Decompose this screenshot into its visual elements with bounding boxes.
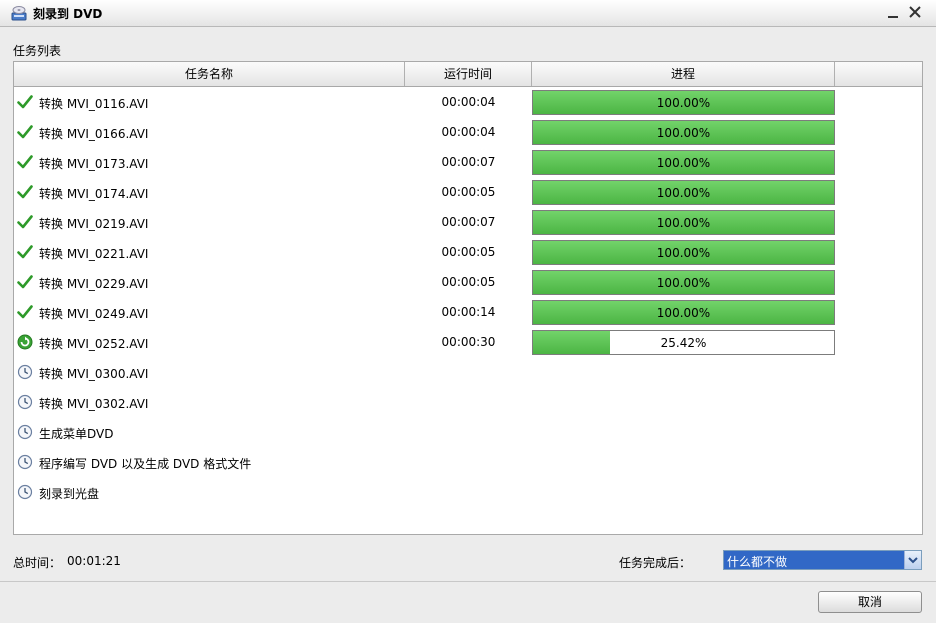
task-name: 转换 MVI_0229.AVI <box>39 277 149 291</box>
done-check-icon <box>17 124 33 140</box>
progress-text: 100.00% <box>656 216 711 230</box>
table-row[interactable]: 转换 MVI_0219.AVI 00:00:07 100.00% <box>14 207 922 237</box>
task-name: 转换 MVI_0221.AVI <box>39 247 149 261</box>
window-title: 刻录到 DVD <box>33 7 103 21</box>
dvd-burner-icon <box>10 4 28 22</box>
task-run-time: 00:00:30 <box>441 335 496 349</box>
pending-clock-icon <box>17 394 33 410</box>
task-run-time: 00:00:07 <box>441 155 496 169</box>
total-time-value: 00:01:21 <box>67 554 121 568</box>
progress-text: 100.00% <box>656 96 711 110</box>
table-row[interactable]: 转换 MVI_0300.AVI <box>14 357 922 387</box>
cancel-button[interactable]: 取消 <box>818 591 922 613</box>
table-row[interactable]: 转换 MVI_0252.AVI 00:00:30 25.42% <box>14 327 922 357</box>
progress-bar: 100.00% <box>532 180 835 205</box>
chevron-down-icon[interactable] <box>904 551 921 569</box>
task-name: 转换 MVI_0219.AVI <box>39 217 149 231</box>
progress-text: 100.00% <box>656 246 711 260</box>
table-row[interactable]: 转换 MVI_0166.AVI 00:00:04 100.00% <box>14 117 922 147</box>
column-header-progress[interactable]: 进程 <box>532 62 835 86</box>
table-row[interactable]: 刻录到光盘 <box>14 477 922 507</box>
progress-text: 100.00% <box>656 306 711 320</box>
progress-bar: 25.42% <box>532 330 835 355</box>
table-row[interactable]: 转换 MVI_0249.AVI 00:00:14 100.00% <box>14 297 922 327</box>
table-row[interactable]: 转换 MVI_0173.AVI 00:00:07 100.00% <box>14 147 922 177</box>
table-row[interactable]: 转换 MVI_0116.AVI 00:00:04 100.00% <box>14 87 922 117</box>
after-completion-select[interactable]: 什么都不做 <box>723 550 922 570</box>
progress-bar: 100.00% <box>532 210 835 235</box>
column-header-run-time[interactable]: 运行时间 <box>405 62 532 86</box>
progress-bar: 100.00% <box>532 240 835 265</box>
done-check-icon <box>17 304 33 320</box>
task-list: 任务名称 运行时间 进程 转换 MVI_0116.AVI 00:00:04 100.… <box>13 61 923 535</box>
task-name: 生成菜单DVD <box>39 427 114 441</box>
task-name: 转换 MVI_0252.AVI <box>39 337 149 351</box>
done-check-icon <box>17 154 33 170</box>
done-check-icon <box>17 274 33 290</box>
task-name: 转换 MVI_0116.AVI <box>39 97 149 111</box>
done-check-icon <box>17 94 33 110</box>
done-check-icon <box>17 244 33 260</box>
table-row[interactable]: 转换 MVI_0221.AVI 00:00:05 100.00% <box>14 237 922 267</box>
table-row[interactable]: 转换 MVI_0302.AVI <box>14 387 922 417</box>
task-list-label: 任务列表 <box>13 44 62 58</box>
table-row[interactable]: 程序编写 DVD 以及生成 DVD 格式文件 <box>14 447 922 477</box>
pending-clock-icon <box>17 484 33 500</box>
running-refresh-icon <box>17 334 33 350</box>
footer-separator <box>0 581 936 582</box>
task-name: 转换 MVI_0249.AVI <box>39 307 149 321</box>
task-name: 刻录到光盘 <box>39 487 100 501</box>
progress-bar: 100.00% <box>532 120 835 145</box>
progress-text: 100.00% <box>656 276 711 290</box>
total-time-label: 总时间： <box>13 556 62 570</box>
progress-text: 100.00% <box>656 186 711 200</box>
task-run-time: 00:00:07 <box>441 215 496 229</box>
after-completion-label: 任务完成后： <box>619 556 692 570</box>
task-name: 转换 MVI_0174.AVI <box>39 187 149 201</box>
task-name: 转换 MVI_0302.AVI <box>39 397 149 411</box>
task-name: 转换 MVI_0300.AVI <box>39 367 149 381</box>
task-run-time: 00:00:04 <box>441 125 496 139</box>
task-run-time: 00:00:14 <box>441 305 496 319</box>
done-check-icon <box>17 184 33 200</box>
progress-bar: 100.00% <box>532 150 835 175</box>
task-list-header: 任务名称 运行时间 进程 <box>14 62 922 87</box>
progress-text: 100.00% <box>656 156 711 170</box>
task-name: 转换 MVI_0173.AVI <box>39 157 149 171</box>
task-run-time: 00:00:05 <box>441 245 496 259</box>
progress-bar: 100.00% <box>532 300 835 325</box>
task-run-time: 00:00:05 <box>441 185 496 199</box>
pending-clock-icon <box>17 454 33 470</box>
table-row[interactable]: 生成菜单DVD <box>14 417 922 447</box>
title-bar: 刻录到 DVD <box>0 0 936 27</box>
column-header-task-name[interactable]: 任务名称 <box>14 62 405 86</box>
progress-text: 25.42% <box>660 336 707 350</box>
close-button[interactable] <box>906 3 924 21</box>
progress-bar: 100.00% <box>532 90 835 115</box>
after-completion-value: 什么都不做 <box>727 555 788 569</box>
column-header-blank[interactable] <box>835 62 922 86</box>
task-name: 程序编写 DVD 以及生成 DVD 格式文件 <box>39 457 252 471</box>
minimize-button[interactable] <box>884 3 902 21</box>
progress-text: 100.00% <box>656 126 711 140</box>
pending-clock-icon <box>17 364 33 380</box>
task-name: 转换 MVI_0166.AVI <box>39 127 149 141</box>
task-run-time: 00:00:05 <box>441 275 496 289</box>
table-row[interactable]: 转换 MVI_0229.AVI 00:00:05 100.00% <box>14 267 922 297</box>
done-check-icon <box>17 214 33 230</box>
task-run-time: 00:00:04 <box>441 95 496 109</box>
progress-bar: 100.00% <box>532 270 835 295</box>
table-row[interactable]: 转换 MVI_0174.AVI 00:00:05 100.00% <box>14 177 922 207</box>
pending-clock-icon <box>17 424 33 440</box>
